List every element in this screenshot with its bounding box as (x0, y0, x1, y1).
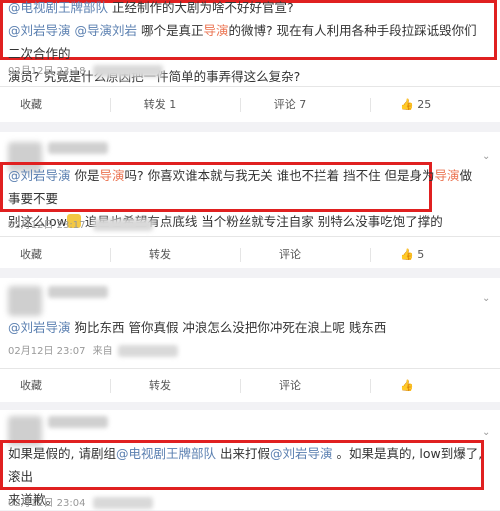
mention-link[interactable]: @电视剧王牌部队 (116, 446, 216, 461)
highlight-word: 导演 (203, 23, 229, 38)
divider (370, 248, 371, 262)
repost-button[interactable]: 转发 1 (110, 90, 210, 120)
like-count: 25 (417, 98, 432, 111)
mention-link[interactable]: @刘岩导演 (270, 446, 333, 461)
repost-button[interactable]: 转发 (110, 240, 210, 270)
timestamp: 02月12日 23:07 (8, 346, 86, 357)
mention-link[interactable]: @导演刘岩 (75, 23, 138, 38)
divider (0, 236, 500, 237)
post-text: @刘岩导演 狗比东西 管你真假 冲浪怎么没把你冲死在浪上呢 贱东西 (8, 316, 484, 339)
post-meta: 02月12日 23:07 来自 (8, 342, 178, 357)
like-count: 5 (417, 248, 425, 261)
username[interactable] (48, 286, 108, 298)
post-card-4: ⌄ 如果是假的, 请剧组@电视剧王牌部队 出来打假@刘岩导演 。如果是真的, l… (0, 410, 500, 510)
thumbs-up-icon: 👍 (400, 98, 414, 111)
mention-link[interactable]: @刘岩导演 (8, 168, 71, 183)
avatar[interactable] (8, 286, 42, 316)
post-card-3: ⌄ @刘岩导演 狗比东西 管你真假 冲浪怎么没把你冲死在浪上呢 贱东西 02月1… (0, 278, 500, 402)
divider (0, 86, 500, 87)
post-meta: 02月12日 23:17 (8, 216, 153, 231)
blurred-source (117, 345, 178, 357)
divider (370, 379, 371, 393)
divider (0, 368, 500, 369)
mention-link[interactable]: @电视剧王牌部队 (8, 0, 108, 15)
highlight-word: 导演 (99, 168, 125, 183)
like-button[interactable]: 👍 5 (400, 240, 500, 270)
action-bar: 收藏 转发 评论 👍 (0, 371, 500, 401)
chevron-down-icon[interactable]: ⌄ (482, 428, 492, 438)
comment-button[interactable]: 评论 7 (240, 90, 340, 120)
mention-link[interactable]: @刘岩导演 (8, 23, 71, 38)
text-span: 哪个是真正 (137, 23, 204, 38)
like-button[interactable]: 👍 25 (400, 90, 500, 120)
highlight-word: 导演 (434, 168, 460, 183)
text-span: 如果是假的, 请剧组 (8, 446, 116, 461)
blurred-source (92, 219, 153, 231)
text-span: 出来打假 (215, 446, 270, 461)
thumbs-up-icon: 👍 (400, 379, 414, 392)
username[interactable] (48, 416, 108, 428)
blurred-source (92, 65, 163, 77)
divider (370, 98, 371, 112)
post-meta: 02月12日 23:04 (8, 494, 153, 509)
source-label: 来自 (92, 346, 113, 357)
post-card-1: @电视剧王牌部队 正经制作的大剧为啥不好好官宣? @刘岩导演 @导演刘岩 哪个是… (0, 0, 500, 122)
post-card-2: ⌄ @刘岩导演 你是导演吗? 你喜欢谁本就与我无关 谁也不拦着 挡不住 但是身为… (0, 132, 500, 268)
comment-button[interactable]: 评论 (240, 240, 340, 270)
like-button[interactable]: 👍 (400, 371, 500, 401)
comment-button[interactable]: 评论 (240, 371, 340, 401)
username[interactable] (48, 142, 108, 154)
timestamp: 02月12日 23:18 (8, 66, 86, 77)
post-meta: 02月12日 23:18 (8, 62, 163, 77)
text-span: 你是 (70, 168, 100, 183)
blurred-source (92, 497, 153, 509)
thumbs-up-icon: 👍 (400, 248, 414, 261)
text-span: 狗比东西 管你真假 冲浪怎么没把你冲死在浪上呢 贱东西 (70, 320, 387, 335)
text-span: 正经制作的大剧为啥不好好官宣? (108, 0, 294, 15)
chevron-down-icon[interactable]: ⌄ (482, 294, 492, 304)
timestamp: 02月12日 23:17 (8, 220, 86, 231)
chevron-down-icon[interactable]: ⌄ (482, 152, 492, 162)
mention-link[interactable]: @刘岩导演 (8, 320, 71, 335)
timestamp: 02月12日 23:04 (8, 498, 86, 509)
action-bar: 收藏 转发 1 评论 7 👍 25 (0, 90, 500, 120)
action-bar: 收藏 转发 评论 👍 5 (0, 240, 500, 270)
text-span: 吗? 你喜欢谁本就与我无关 谁也不拦着 挡不住 但是身为 (124, 168, 435, 183)
repost-button[interactable]: 转发 (110, 371, 210, 401)
